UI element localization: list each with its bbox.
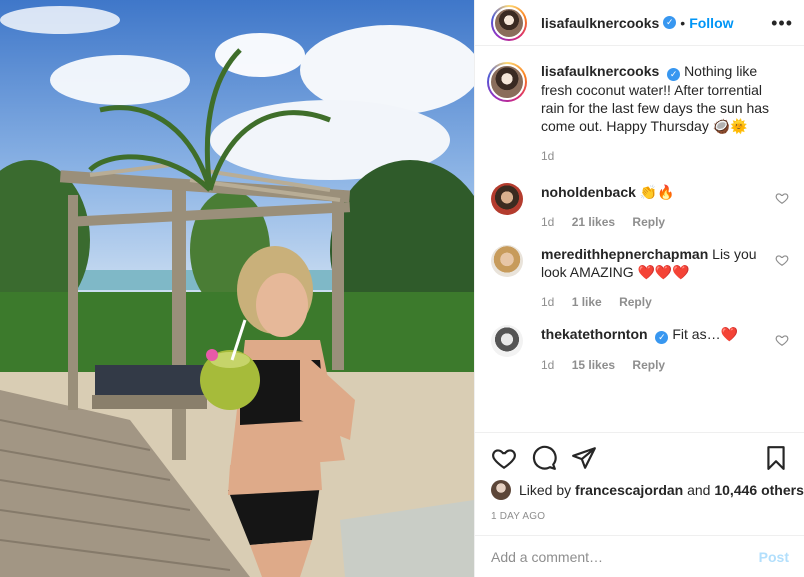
post-side-panel: lisafaulknercooks ✓ • Follow ••• lisafau…: [474, 0, 804, 577]
comment-input[interactable]: [491, 548, 741, 565]
post-button[interactable]: Post: [759, 549, 789, 565]
post-photo[interactable]: [0, 0, 474, 577]
comment-username[interactable]: meredithhepnerchapman: [541, 246, 708, 262]
comment-item: meredithhepnerchapman Lis you look AMAZI…: [491, 245, 789, 311]
bookmark-icon[interactable]: [763, 445, 789, 471]
likes-count[interactable]: 10,446 others: [714, 482, 804, 498]
comment-text: Fit as…❤️: [672, 326, 739, 342]
liked-by-and: and: [687, 482, 711, 498]
comment-username[interactable]: thekatethornton: [541, 326, 648, 342]
comment-icon[interactable]: [531, 445, 557, 471]
liked-by-prefix: Liked by: [519, 482, 572, 498]
caption: lisafaulknercooks ✓ Nothing like fresh c…: [487, 62, 789, 165]
author-avatar[interactable]: [491, 4, 527, 41]
beach-photo-illustration: [0, 0, 474, 577]
post-timestamp[interactable]: 1 DAY AGO: [491, 511, 545, 522]
caption-avatar[interactable]: [487, 62, 527, 102]
author-username[interactable]: lisafaulknercooks: [541, 15, 659, 31]
share-icon[interactable]: [571, 445, 597, 471]
comments-list: lisafaulknercooks ✓ Nothing like fresh c…: [475, 62, 804, 374]
comment-text: 👏🔥: [639, 184, 675, 200]
commenter-avatar[interactable]: [491, 183, 523, 215]
reply-button[interactable]: Reply: [632, 215, 665, 229]
post-header: lisafaulknercooks ✓ • Follow •••: [475, 0, 804, 46]
ellipsis-icon[interactable]: •••: [771, 13, 793, 34]
liker-username[interactable]: francescajordan: [575, 482, 683, 498]
commenter-avatar[interactable]: [491, 245, 523, 277]
add-comment-bar: Post: [475, 535, 804, 577]
follow-button[interactable]: Follow: [689, 15, 733, 31]
comment-likes[interactable]: 1 like: [572, 295, 602, 309]
reply-button[interactable]: Reply: [619, 295, 652, 309]
comment-like-heart-icon[interactable]: [775, 191, 789, 205]
comment-age[interactable]: 1d: [541, 295, 554, 309]
verified-badge-icon: ✓: [663, 16, 677, 29]
heart-icon[interactable]: [491, 445, 517, 471]
caption-username[interactable]: lisafaulknercooks: [541, 63, 659, 79]
comment-item: noholdenback 👏🔥 1d 21 likes Reply: [491, 183, 789, 231]
commenter-avatar[interactable]: [491, 325, 523, 357]
comment-age[interactable]: 1d: [541, 358, 554, 372]
verified-badge-icon: ✓: [655, 331, 669, 344]
comment-likes[interactable]: 21 likes: [572, 215, 615, 229]
likes-summary: Liked by francescajordan and 10,446 othe…: [491, 480, 804, 500]
comment-age[interactable]: 1d: [541, 215, 554, 229]
caption-age[interactable]: 1d: [541, 149, 554, 163]
comment-likes[interactable]: 15 likes: [572, 358, 615, 372]
comment-username[interactable]: noholdenback: [541, 184, 636, 200]
action-bar: [475, 432, 804, 482]
comment-like-heart-icon[interactable]: [775, 253, 789, 267]
separator-dot: •: [680, 14, 686, 31]
comment-item: thekatethornton ✓ Fit as…❤️ 1d 15 likes …: [491, 325, 789, 374]
comment-like-heart-icon[interactable]: [775, 333, 789, 347]
liker-avatar[interactable]: [491, 480, 511, 500]
verified-badge-icon: ✓: [667, 68, 681, 81]
reply-button[interactable]: Reply: [632, 358, 665, 372]
